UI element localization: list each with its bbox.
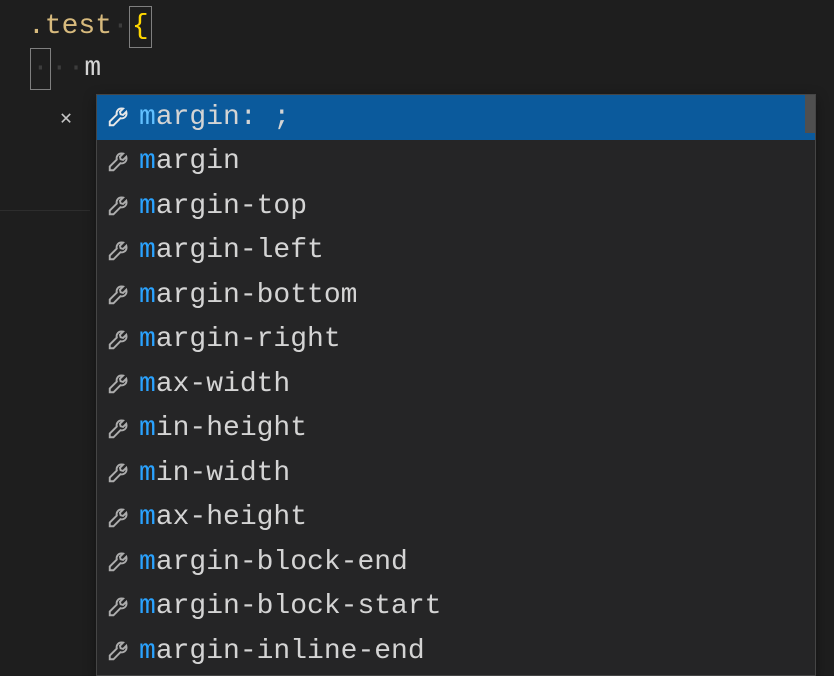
autocomplete-label: min-height xyxy=(139,413,307,444)
autocomplete-label: margin-top xyxy=(139,191,307,222)
autocomplete-item[interactable]: margin-bottom xyxy=(97,273,815,318)
autocomplete-popup[interactable]: margin: ; margin margin-top margin-left … xyxy=(96,94,816,676)
autocomplete-item[interactable]: margin-left xyxy=(97,229,815,274)
wrench-icon xyxy=(107,195,129,217)
autocomplete-item[interactable]: margin-right xyxy=(97,318,815,363)
wrench-icon xyxy=(107,462,129,484)
autocomplete-item[interactable]: max-height xyxy=(97,496,815,541)
autocomplete-item[interactable]: margin-block-start xyxy=(97,585,815,630)
autocomplete-item[interactable]: margin-top xyxy=(97,184,815,229)
autocomplete-item[interactable]: margin-inline-end xyxy=(97,629,815,674)
code-editor[interactable]: .test·{ ···m ✕ margin: ; margin margin-t… xyxy=(0,0,834,676)
autocomplete-label: max-height xyxy=(139,502,307,533)
wrench-icon xyxy=(107,551,129,573)
edit-cursor-box: · xyxy=(30,48,51,90)
autocomplete-label: margin: ; xyxy=(139,102,290,133)
autocomplete-item[interactable]: max-width xyxy=(97,362,815,407)
wrench-icon xyxy=(107,596,129,618)
panel-divider xyxy=(0,210,90,211)
wrench-icon xyxy=(107,507,129,529)
autocomplete-item[interactable]: margin: ; xyxy=(97,95,815,140)
autocomplete-label: margin-inline-end xyxy=(139,636,425,667)
wrench-icon xyxy=(107,106,129,128)
wrench-icon xyxy=(107,418,129,440)
wrench-icon xyxy=(107,240,129,262)
autocomplete-item[interactable]: min-width xyxy=(97,451,815,496)
code-line-2[interactable]: ···m xyxy=(0,48,834,90)
autocomplete-label: max-width xyxy=(139,369,290,400)
wrench-icon xyxy=(107,640,129,662)
typed-character: m xyxy=(84,53,101,84)
css-selector: .test xyxy=(28,11,112,42)
wrench-icon xyxy=(107,373,129,395)
open-brace-highlight: { xyxy=(129,6,152,48)
autocomplete-label: margin-right xyxy=(139,324,341,355)
autocomplete-label: margin xyxy=(139,146,240,177)
autocomplete-label: margin-block-start xyxy=(139,591,441,622)
scrollbar-thumb[interactable] xyxy=(805,95,815,133)
autocomplete-item[interactable]: min-height xyxy=(97,407,815,452)
code-line-1[interactable]: .test·{ xyxy=(0,6,834,48)
autocomplete-item[interactable]: margin xyxy=(97,140,815,185)
autocomplete-label: margin-bottom xyxy=(139,280,357,311)
whitespace-dots: ·· xyxy=(51,53,85,84)
wrench-icon xyxy=(107,284,129,306)
autocomplete-label: min-width xyxy=(139,458,290,489)
close-icon[interactable]: ✕ xyxy=(60,105,72,131)
whitespace-dot: · xyxy=(112,11,129,42)
autocomplete-label: margin-left xyxy=(139,235,324,266)
wrench-icon xyxy=(107,329,129,351)
autocomplete-item[interactable]: margin-block-end xyxy=(97,540,815,585)
autocomplete-label: margin-block-end xyxy=(139,547,408,578)
wrench-icon xyxy=(107,151,129,173)
